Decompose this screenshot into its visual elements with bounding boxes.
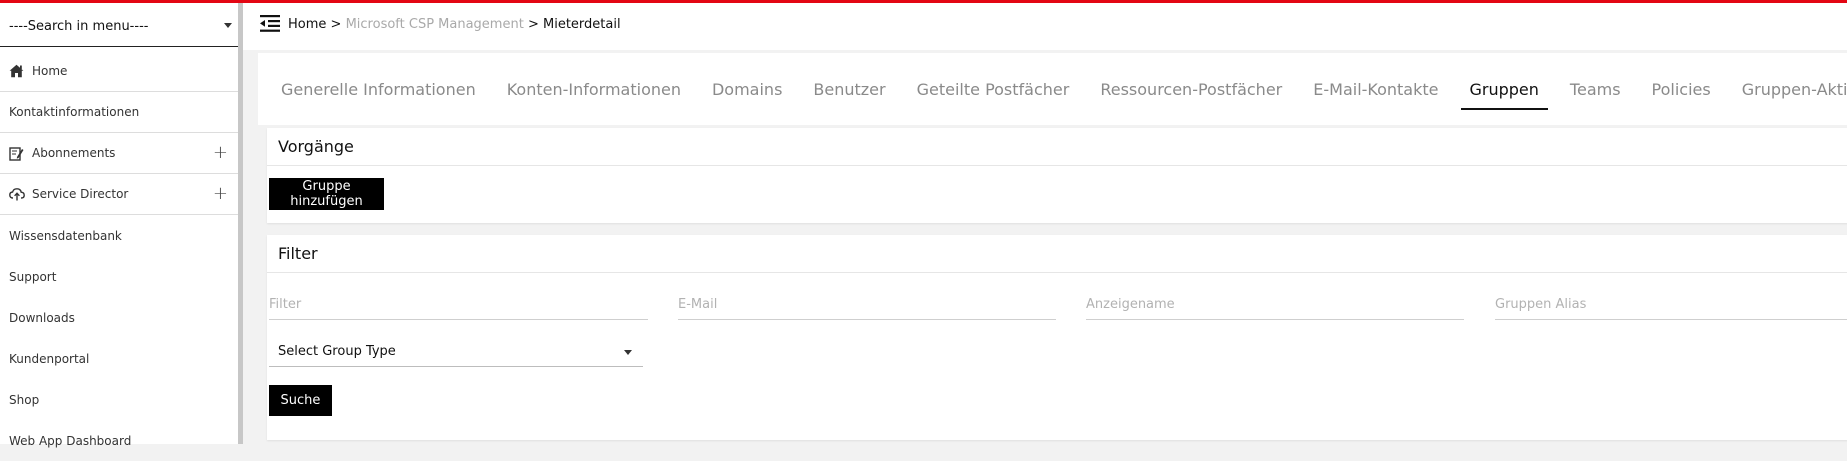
cloud-upload-icon	[9, 186, 27, 202]
vorgaenge-title: Vorgänge	[267, 128, 1847, 166]
tabs-bar: Generelle Informationen Konten-Informati…	[258, 53, 1847, 125]
tab-generelle-informationen[interactable]: Generelle Informationen	[281, 79, 476, 110]
chevron-down-icon	[624, 350, 632, 355]
sidebar-scrollbar[interactable]	[238, 3, 243, 444]
sidebar-item-shop[interactable]: Shop	[0, 379, 238, 420]
sidebar: ----Search in menu---- Home Kontaktinfor…	[0, 3, 243, 448]
tab-policies[interactable]: Policies	[1652, 79, 1711, 110]
breadcrumb-home[interactable]: Home	[288, 17, 326, 32]
sidebar-item-web-app-dashboard[interactable]: Web App Dashboard	[0, 420, 238, 461]
sidebar-item-abonnements[interactable]: Abonnements +	[0, 133, 238, 174]
sidebar-item-label: Downloads	[9, 310, 75, 325]
filter-input[interactable]	[269, 290, 648, 318]
breadcrumb-csp-management[interactable]: Microsoft CSP Management	[346, 17, 524, 32]
tab-gruppen[interactable]: Gruppen	[1460, 79, 1548, 110]
breadcrumb: Home > Microsoft CSP Management > Mieter…	[288, 17, 621, 32]
tab-email-kontakte[interactable]: E-Mail-Kontakte	[1313, 79, 1438, 110]
sidebar-item-label: Shop	[9, 392, 40, 407]
sidebar-item-downloads[interactable]: Downloads	[0, 297, 238, 338]
sidebar-item-kundenportal[interactable]: Kundenportal	[0, 338, 238, 379]
search-button[interactable]: Suche	[269, 385, 332, 416]
tab-list: Generelle Informationen Konten-Informati…	[281, 79, 1847, 110]
sidebar-item-label: Wissensdatenbank	[9, 228, 122, 243]
filter-title: Filter	[267, 235, 1847, 273]
edit-icon	[9, 145, 27, 161]
sidebar-item-label: Web App Dashboard	[9, 433, 132, 448]
tab-domains[interactable]: Domains	[712, 79, 782, 110]
sidebar-item-label: Kundenportal	[9, 351, 90, 366]
menu-search-select[interactable]: ----Search in menu----	[0, 7, 238, 47]
group-alias-field[interactable]	[1495, 290, 1847, 320]
sidebar-menu: Home Kontaktinformationen Abonnements + …	[0, 51, 238, 461]
breadcrumb-current: Mieterdetail	[543, 17, 621, 32]
filter-card: Filter Select Group Type Suche	[267, 235, 1847, 440]
sidebar-item-label: Abonnements	[32, 146, 116, 160]
breadcrumb-separator: >	[330, 17, 342, 32]
sidebar-item-label: Home	[32, 64, 68, 78]
group-type-select[interactable]: Select Group Type	[269, 336, 643, 367]
header: Home > Microsoft CSP Management > Mieter…	[243, 3, 1847, 50]
email-input[interactable]	[678, 290, 1056, 318]
tab-benutzer[interactable]: Benutzer	[813, 79, 885, 110]
sidebar-item-wissensdatenbank[interactable]: Wissensdatenbank	[0, 215, 238, 256]
email-field[interactable]	[678, 290, 1056, 320]
sidebar-item-kontaktinformationen[interactable]: Kontaktinformationen	[0, 92, 238, 133]
chevron-down-icon	[224, 23, 232, 28]
expand-plus-icon[interactable]: +	[213, 183, 228, 204]
house-icon	[9, 63, 27, 79]
tab-konten-informationen[interactable]: Konten-Informationen	[507, 79, 681, 110]
menu-collapse-icon[interactable]	[260, 15, 280, 36]
display-name-input[interactable]	[1086, 290, 1464, 318]
main-content: Generelle Informationen Konten-Informati…	[258, 53, 1847, 444]
breadcrumb-separator: >	[527, 17, 539, 32]
expand-plus-icon[interactable]: +	[213, 142, 228, 163]
sidebar-item-label: Support	[9, 269, 57, 284]
tab-teams[interactable]: Teams	[1570, 79, 1621, 110]
tab-ressourcen-postfaecher[interactable]: Ressourcen-Postfächer	[1100, 79, 1282, 110]
sidebar-item-label: Kontaktinformationen	[9, 105, 140, 119]
tab-geteilte-postfaecher[interactable]: Geteilte Postfächer	[917, 79, 1070, 110]
sidebar-item-service-director[interactable]: Service Director +	[0, 174, 238, 215]
sidebar-item-support[interactable]: Support	[0, 256, 238, 297]
tab-gruppen-aktionen[interactable]: Gruppen-Aktionen	[1742, 79, 1847, 110]
menu-search-label: ----Search in menu----	[9, 19, 149, 34]
add-group-button[interactable]: Gruppe hinzufügen	[269, 178, 384, 210]
group-type-value: Select Group Type	[278, 343, 396, 359]
display-name-field[interactable]	[1086, 290, 1464, 320]
vorgaenge-card: Vorgänge Gruppe hinzufügen	[267, 128, 1847, 223]
sidebar-item-home[interactable]: Home	[0, 51, 238, 92]
filter-field[interactable]	[269, 290, 648, 320]
group-alias-input[interactable]	[1495, 290, 1847, 318]
sidebar-item-label: Service Director	[32, 187, 129, 201]
